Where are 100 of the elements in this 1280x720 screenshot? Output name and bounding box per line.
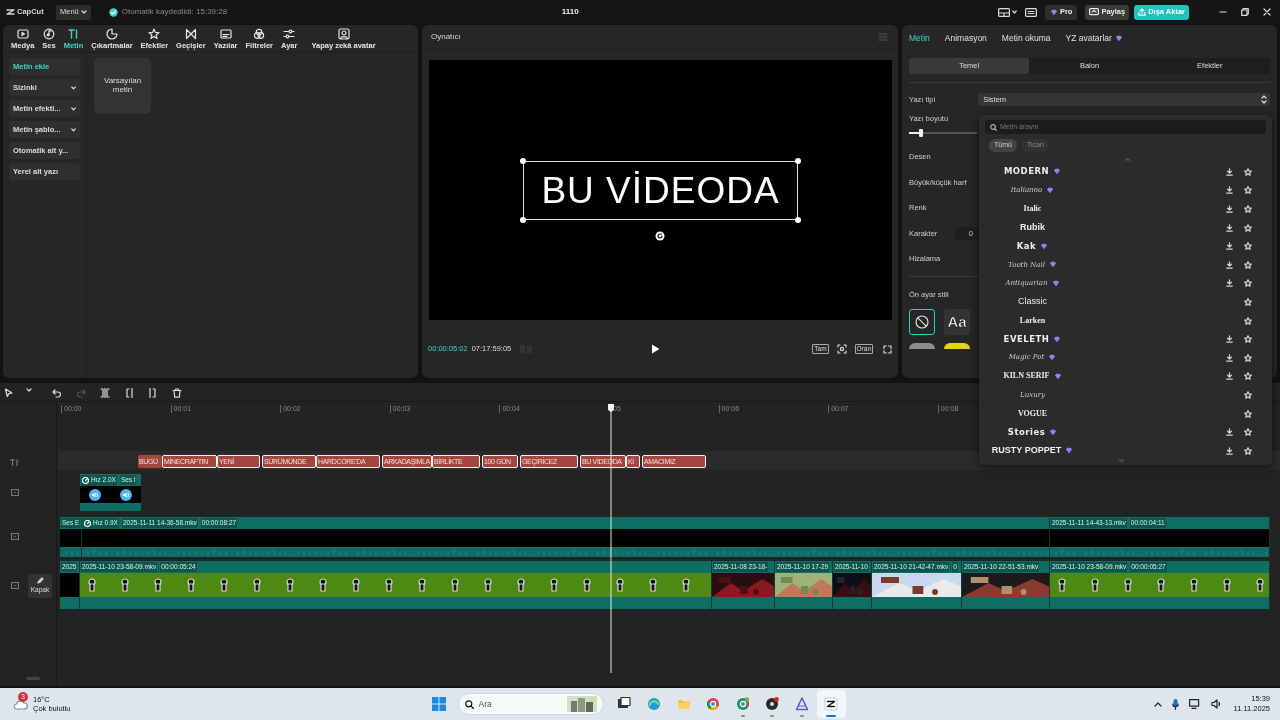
star-icon[interactable] bbox=[1244, 205, 1252, 213]
font-name[interactable]: Classic bbox=[1018, 295, 1047, 309]
speed-icon bbox=[82, 476, 89, 484]
inspector-tab[interactable]: Metin bbox=[909, 31, 930, 45]
download-icon[interactable] bbox=[1226, 223, 1233, 232]
font-name[interactable]: Kak bbox=[1016, 239, 1037, 253]
font-name[interactable]: RUSTY POPPET bbox=[991, 443, 1062, 458]
download-icon[interactable] bbox=[1226, 205, 1233, 213]
caret-icon bbox=[71, 85, 76, 90]
volume-icon[interactable] bbox=[1210, 699, 1222, 709]
download-icon[interactable] bbox=[1226, 279, 1233, 288]
star-icon[interactable] bbox=[1244, 353, 1252, 362]
download-icon[interactable] bbox=[1226, 186, 1233, 195]
download-icon[interactable] bbox=[1226, 372, 1233, 381]
diamond-icon bbox=[1048, 354, 1057, 362]
split-right-icon[interactable] bbox=[147, 388, 157, 398]
browser-icon bbox=[735, 697, 750, 711]
undo-icon[interactable] bbox=[52, 388, 61, 398]
star-icon[interactable] bbox=[1244, 390, 1252, 399]
font-name[interactable]: EVELETH bbox=[1003, 332, 1050, 346]
resize-handle[interactable] bbox=[795, 158, 801, 164]
record-icon bbox=[765, 697, 780, 711]
chevron-down-icon bbox=[1119, 459, 1124, 462]
monitor-icon[interactable] bbox=[1188, 699, 1201, 709]
font-name[interactable]: Rubik bbox=[1020, 220, 1045, 235]
star-icon[interactable] bbox=[1244, 260, 1252, 269]
style-swatch[interactable] bbox=[944, 343, 970, 349]
focus-icon[interactable] bbox=[836, 344, 847, 354]
slider-thumb[interactable] bbox=[919, 129, 924, 138]
style-tile[interactable] bbox=[909, 309, 935, 335]
star-icon[interactable] bbox=[1244, 372, 1252, 381]
diamond-icon bbox=[1040, 242, 1049, 250]
panel-title: Oynatıcı bbox=[431, 31, 461, 43]
diamond-icon bbox=[1049, 428, 1058, 436]
style-swatch[interactable] bbox=[909, 343, 935, 349]
chevron-up-icon[interactable] bbox=[1153, 701, 1162, 707]
check-circle-icon bbox=[108, 7, 118, 17]
pencil-icon bbox=[36, 577, 44, 585]
restore-icon[interactable] bbox=[1241, 8, 1249, 16]
inspector-tab[interactable]: Metin okuma bbox=[1001, 31, 1051, 45]
panel-icon[interactable] bbox=[1024, 7, 1037, 17]
close-icon[interactable] bbox=[1263, 8, 1271, 16]
font-name[interactable]: KILN SERIF bbox=[1003, 370, 1050, 383]
star-icon[interactable] bbox=[1244, 223, 1252, 232]
font-name[interactable]: MODERN bbox=[1003, 165, 1050, 179]
minimize-icon[interactable] bbox=[1219, 8, 1227, 16]
star-icon[interactable] bbox=[1244, 316, 1252, 325]
logo-icon bbox=[6, 8, 15, 16]
star-icon[interactable] bbox=[1244, 242, 1252, 251]
delete-icon[interactable] bbox=[172, 388, 182, 398]
split-icon[interactable] bbox=[100, 388, 110, 398]
split-left-icon[interactable] bbox=[125, 388, 135, 398]
autosave-status: Otomatik kaydedildi: 15:39:28 bbox=[121, 6, 228, 18]
star-icon[interactable] bbox=[1244, 167, 1252, 176]
download-icon[interactable] bbox=[1226, 242, 1233, 251]
scrollbar[interactable] bbox=[26, 677, 40, 680]
resize-handle[interactable] bbox=[520, 217, 526, 223]
resize-handle[interactable] bbox=[520, 158, 526, 164]
download-icon[interactable] bbox=[1226, 260, 1233, 269]
star-icon[interactable] bbox=[1244, 335, 1252, 344]
star-icon[interactable] bbox=[1244, 279, 1252, 288]
font-name[interactable]: Italic bbox=[1023, 203, 1042, 215]
size-slider[interactable] bbox=[909, 132, 977, 135]
taskbar-button[interactable] bbox=[816, 690, 847, 718]
inspector-tab[interactable]: Animasyon bbox=[944, 31, 987, 45]
download-icon[interactable] bbox=[1226, 167, 1233, 176]
star-icon[interactable] bbox=[1244, 297, 1252, 306]
download-icon[interactable] bbox=[1226, 428, 1233, 437]
font-name[interactable]: Larken bbox=[1019, 314, 1046, 327]
filter-icon bbox=[253, 27, 266, 40]
resize-handle[interactable] bbox=[795, 217, 801, 223]
download-icon[interactable] bbox=[1226, 353, 1233, 362]
rotate-icon[interactable] bbox=[655, 231, 665, 241]
inspector-tab[interactable]: YZ avatarlar bbox=[1065, 31, 1123, 45]
caret-icon bbox=[71, 106, 76, 111]
upload-icon bbox=[1138, 8, 1147, 16]
layout-icon[interactable] bbox=[997, 7, 1010, 17]
start-icon[interactable] bbox=[431, 697, 446, 711]
captions-icon bbox=[219, 27, 232, 40]
text-box[interactable]: BU VİDEODA bbox=[523, 161, 798, 220]
play-icon[interactable] bbox=[651, 344, 661, 354]
window-icon bbox=[617, 697, 632, 711]
star-icon[interactable] bbox=[1244, 409, 1252, 418]
preset-card[interactable]: Varsayılan metin bbox=[94, 58, 151, 114]
download-icon[interactable] bbox=[1226, 446, 1233, 455]
screen-icon bbox=[1089, 8, 1100, 16]
star-icon[interactable] bbox=[1244, 428, 1252, 437]
avatar-icon bbox=[337, 27, 350, 40]
microphone-icon[interactable] bbox=[1171, 698, 1179, 710]
font-name[interactable]: Stories bbox=[1007, 425, 1046, 439]
app-icon bbox=[824, 697, 839, 711]
style-tile[interactable]: Aa bbox=[944, 309, 970, 335]
fullscreen-icon[interactable] bbox=[883, 344, 892, 354]
font-name[interactable]: VOGUE bbox=[1017, 407, 1048, 420]
transition-icon bbox=[184, 27, 197, 40]
download-icon[interactable] bbox=[1226, 335, 1233, 344]
star-icon[interactable] bbox=[1244, 446, 1252, 455]
diamond-icon bbox=[1051, 279, 1060, 287]
star-icon[interactable] bbox=[1244, 186, 1252, 195]
search-box[interactable]: Ara bbox=[457, 693, 604, 715]
